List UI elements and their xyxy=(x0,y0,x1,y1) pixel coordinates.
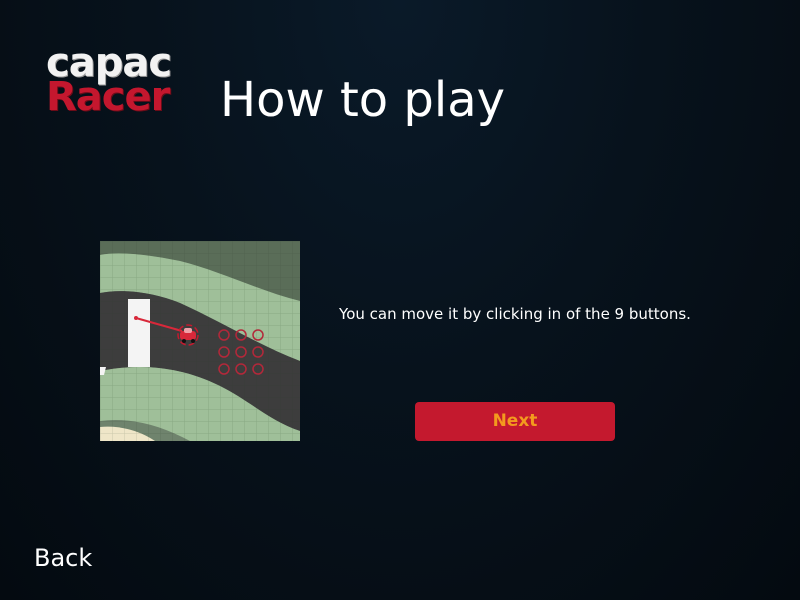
game-logo: capac Racer xyxy=(46,43,186,122)
race-track-icon xyxy=(100,241,300,441)
instruction-text: You can move it by clicking in of the 9 … xyxy=(339,305,691,323)
tutorial-illustration xyxy=(100,241,300,441)
next-button[interactable]: Next xyxy=(415,402,615,441)
back-button[interactable]: Back xyxy=(34,542,92,574)
logo-text-bottom: Racer xyxy=(46,74,170,120)
page-title: How to play xyxy=(220,72,506,128)
